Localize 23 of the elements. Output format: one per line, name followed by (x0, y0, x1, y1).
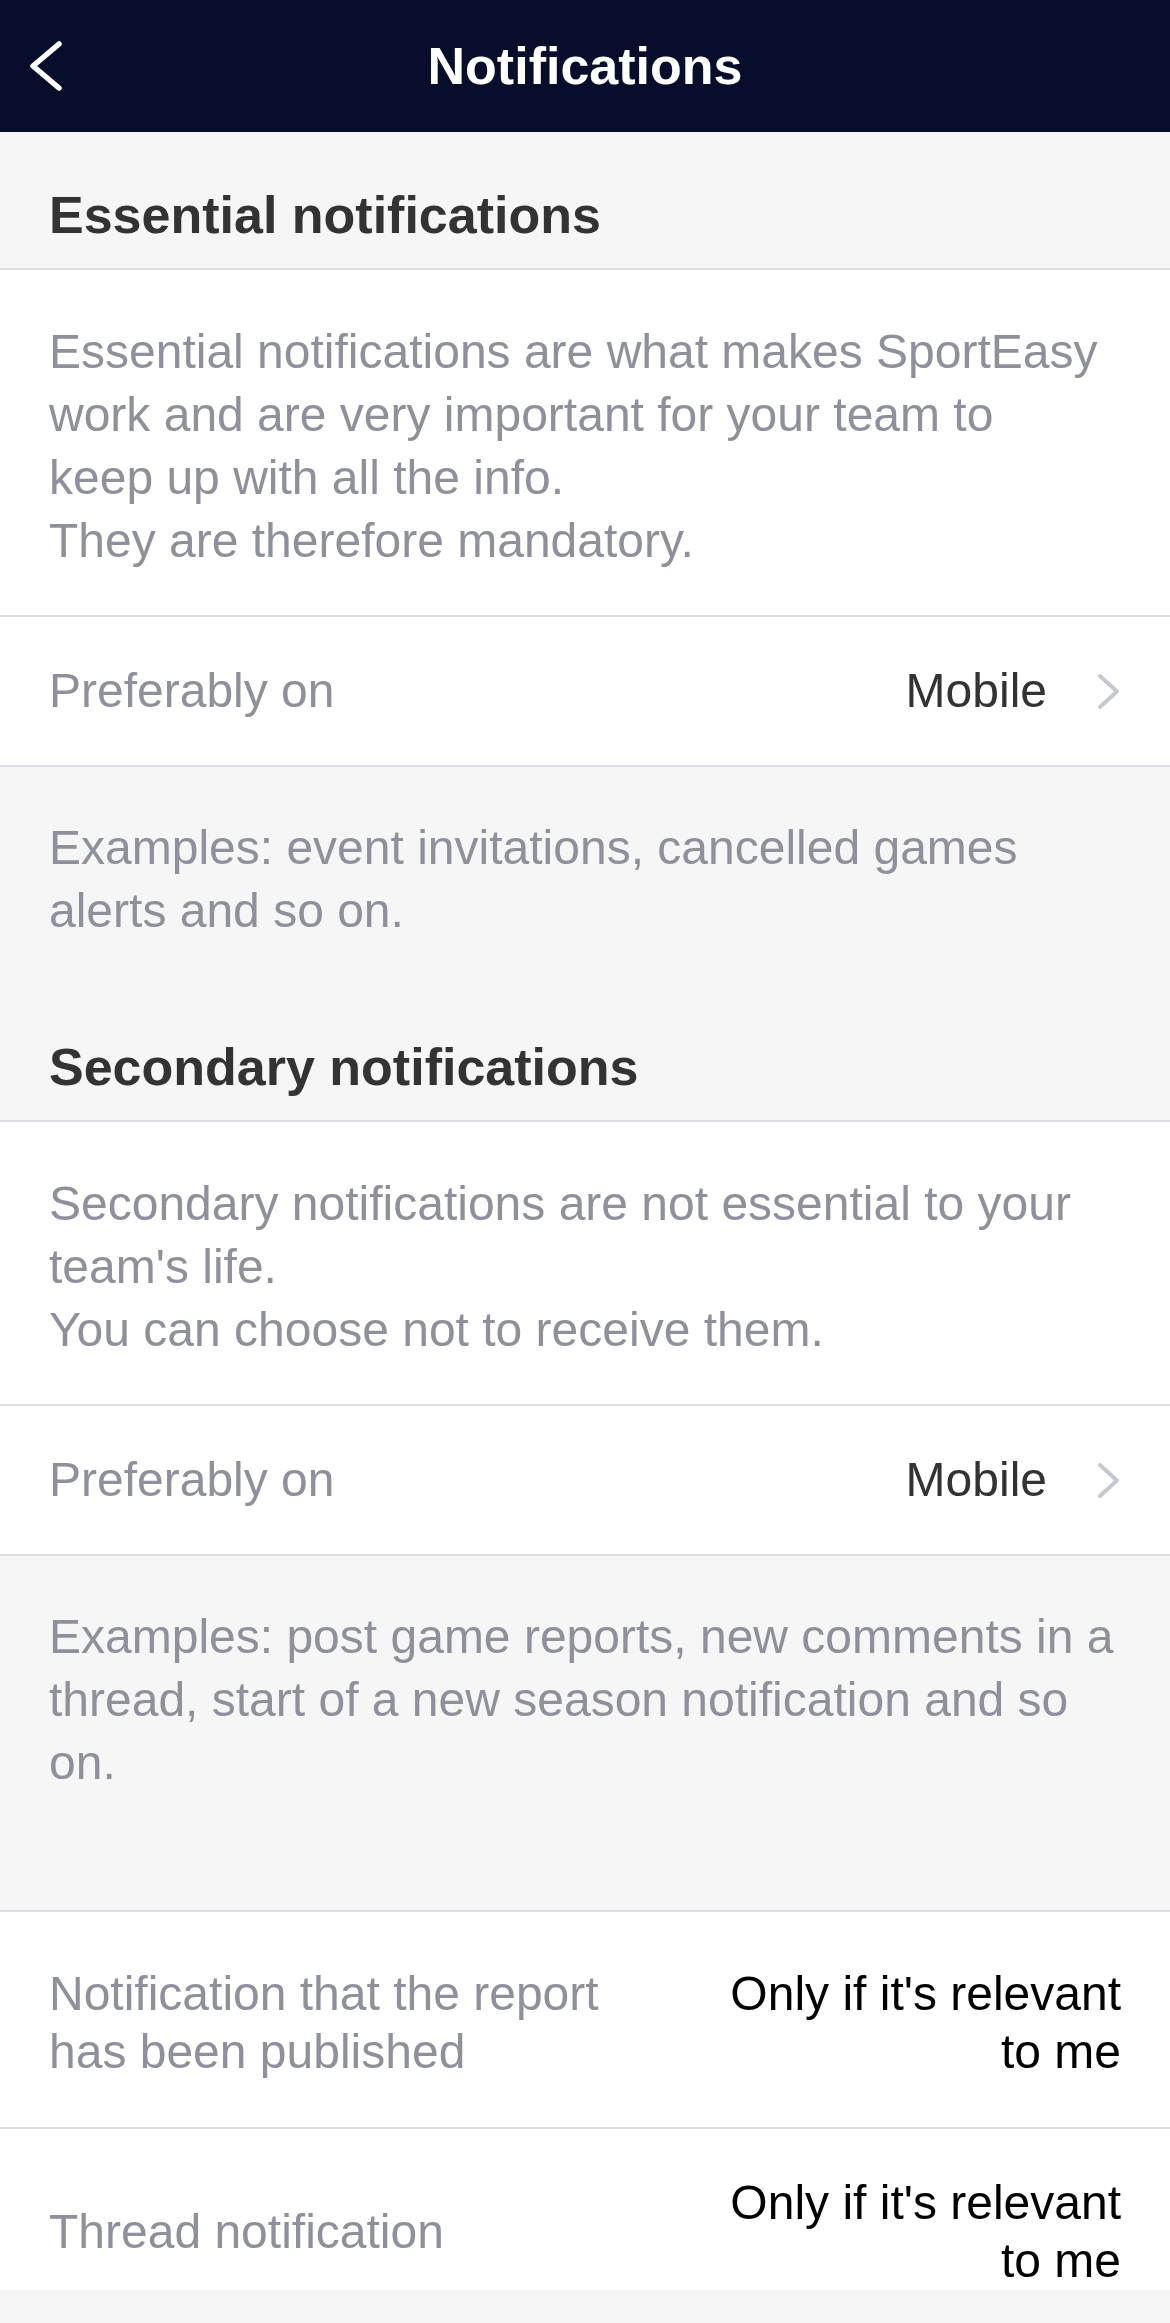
page-title: Notifications (427, 36, 743, 97)
setting-label: Notification that the report has been published (49, 1966, 600, 2080)
row-value: Mobile (905, 1452, 1047, 1508)
setting-value: Only if it's relevant to me (729, 2175, 1121, 2289)
section-heading: Essential notifications (49, 185, 602, 246)
preference-row[interactable]: Preferably on Mobile (0, 615, 1170, 767)
setting-value: Only if it's relevant to me (729, 1966, 1121, 2080)
description-text: Essential notifications are what makes SportEasy work and are very important for your team to keep up with all the info. They are therefore mandatory. (49, 324, 1099, 569)
setting-row[interactable]: Thread notification Only if it's relevant to me (0, 2127, 1170, 2290)
setting-label: Thread notification (49, 2204, 445, 2260)
examples-text: Examples: post game reports, new comments in a thread, start of a new season notification and so on. (49, 1609, 1115, 1791)
chevron-left-icon (27, 40, 63, 92)
preference-row[interactable]: Preferably on Mobile (0, 1404, 1170, 1556)
back-button[interactable] (27, 40, 63, 92)
description-text: Secondary notifications are not essential to your team's life. You can choose not to receive them. (49, 1176, 1072, 1358)
chevron-right-icon (1097, 672, 1121, 710)
examples-text: Examples: event invitations, cancelled games alerts and so on. (49, 820, 1019, 939)
section-heading: Secondary notifications (49, 1037, 640, 1098)
row-label: Preferably on (49, 1452, 336, 1508)
chevron-right-icon (1097, 1461, 1121, 1499)
row-label: Preferably on (49, 663, 336, 719)
setting-row[interactable]: Notification that the report has been published Only if it's relevant to me (0, 1910, 1170, 2127)
row-value: Mobile (905, 663, 1047, 719)
